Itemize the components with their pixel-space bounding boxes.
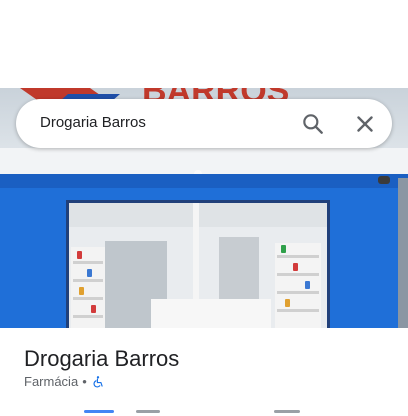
place-info-panel: Drogaria Barros Farmácia • (0, 328, 408, 416)
search-button[interactable] (300, 111, 326, 137)
security-camera (378, 176, 390, 184)
top-blank-area (0, 0, 408, 88)
close-button[interactable] (352, 111, 378, 137)
shelf-left (71, 247, 105, 328)
place-meta: Farmácia • (24, 374, 105, 389)
interior-back-wall (219, 237, 259, 307)
place-title: Drogaria Barros (24, 346, 180, 371)
cut-off-row (24, 408, 324, 416)
search-icon (303, 114, 323, 134)
search-input[interactable]: Drogaria Barros (40, 114, 146, 131)
shop-interior (66, 200, 330, 328)
search-bar[interactable]: Drogaria Barros (16, 99, 392, 148)
place-category: Farmácia (24, 374, 79, 389)
wheelchair-accessible-icon (93, 375, 103, 388)
side-post (398, 178, 408, 328)
counter (151, 299, 271, 328)
shelf-right (275, 243, 321, 328)
meta-separator: • (82, 374, 87, 389)
close-icon (357, 116, 373, 132)
